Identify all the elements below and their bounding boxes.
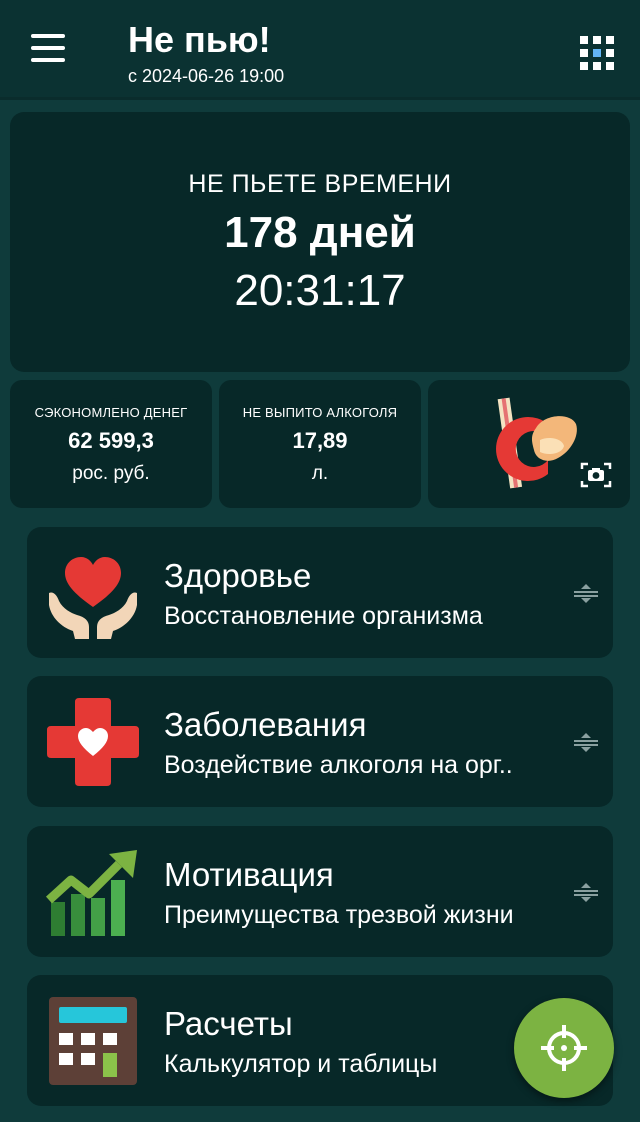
menu-item-health[interactable]: Здоровье Восстановление организма	[27, 527, 613, 658]
drag-handle-icon[interactable]	[573, 583, 599, 603]
target-fab-button[interactable]	[514, 998, 614, 1098]
app-title: Не пью!	[128, 19, 271, 60]
calculator-icon	[49, 997, 137, 1085]
money-saved-card: СЭКОНОМЛЕНО ДЕНЕГ 62 599,3 рос. руб.	[10, 380, 212, 508]
app-bar: Не пью! с 2024-06-26 19:00	[0, 0, 640, 100]
achievement-photo-card[interactable]	[428, 380, 630, 508]
menu-item-title: Расчеты	[164, 1005, 293, 1042]
timer-days: 178 дней	[224, 208, 416, 257]
growth-chart-icon	[45, 850, 137, 936]
menu-item-title: Мотивация	[164, 856, 334, 893]
timer-label: НЕ ПЬЕТЕ ВРЕМЕНИ	[188, 170, 452, 198]
money-saved-unit: рос. руб.	[72, 463, 150, 484]
money-saved-value: 62 599,3	[68, 428, 154, 453]
menu-item-diseases[interactable]: Заболевания Воздействие алкоголя на орг.…	[27, 676, 613, 807]
alcohol-not-drunk-caption: НЕ ВЫПИТО АЛКОГОЛЯ	[242, 405, 398, 420]
apps-grid-icon[interactable]	[580, 36, 614, 70]
drag-handle-icon[interactable]	[573, 882, 599, 902]
menu-item-title: Заболевания	[164, 706, 367, 743]
menu-item-description: Восстановление организма	[164, 602, 483, 630]
menu-item-title: Здоровье	[164, 557, 312, 594]
menu-item-description: Воздействие алкоголя на орг..	[164, 751, 513, 779]
sobriety-start-date: с 2024-06-26 19:00	[128, 66, 285, 86]
money-saved-caption: СЭКОНОМЛЕНО ДЕНЕГ	[34, 405, 188, 420]
magnet-achievement-icon	[496, 397, 577, 489]
menu-item-description: Калькулятор и таблицы	[164, 1050, 438, 1078]
sobriety-timer-card: НЕ ПЬЕТЕ ВРЕМЕНИ 178 дней 20:31:17	[10, 112, 630, 372]
hamburger-menu-icon[interactable]	[28, 34, 72, 70]
alcohol-not-drunk-value: 17,89	[292, 428, 348, 453]
menu-item-motivation[interactable]: Мотивация Преимущества трезвой жизни	[27, 826, 613, 957]
menu-item-description: Преимущества трезвой жизни	[164, 901, 514, 929]
drag-handle-icon[interactable]	[573, 732, 599, 752]
hands-heart-icon	[49, 557, 137, 639]
alcohol-not-drunk-unit: л.	[311, 463, 329, 484]
medical-cross-icon	[47, 698, 139, 786]
timer-clock: 20:31:17	[234, 266, 406, 315]
alcohol-not-drunk-card: НЕ ВЫПИТО АЛКОГОЛЯ 17,89 л.	[219, 380, 421, 508]
camera-icon[interactable]	[580, 460, 612, 490]
crosshair-icon	[541, 1025, 587, 1071]
